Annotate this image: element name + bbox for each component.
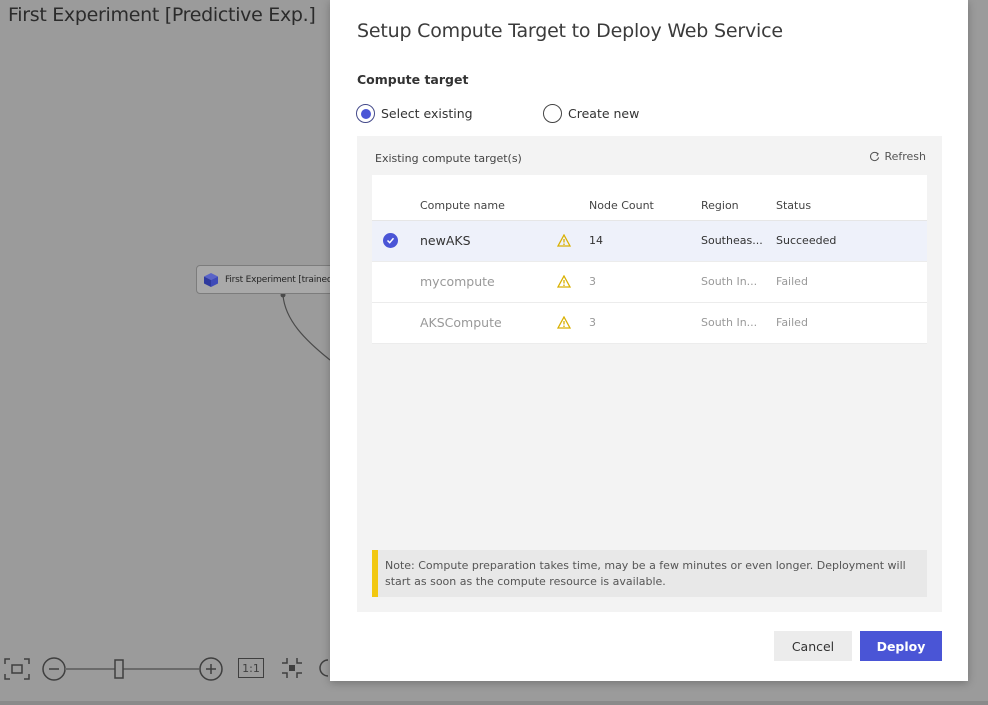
refresh-label: Refresh	[884, 150, 926, 163]
status: Failed	[776, 275, 808, 288]
zoom-thumb	[114, 659, 124, 679]
experiment-module-node[interactable]: First Experiment [trained mo	[196, 265, 346, 294]
warning-icon	[557, 234, 571, 247]
col-region[interactable]: Region	[701, 199, 739, 212]
panel-label: Existing compute target(s)	[375, 152, 522, 165]
create-new-radio[interactable]: Create new	[543, 104, 639, 123]
col-compute-name[interactable]: Compute name	[420, 199, 505, 212]
module-node-label: First Experiment [trained mo	[225, 274, 346, 285]
dialog-title: Setup Compute Target to Deploy Web Servi…	[357, 20, 783, 42]
deployment-note: Note: Compute preparation takes time, ma…	[372, 550, 927, 597]
region: South In...	[701, 316, 758, 329]
region: South In...	[701, 275, 758, 288]
table-row[interactable]: newAKS 14 Southeas... Succeeded	[372, 221, 927, 262]
region: Southeas...	[701, 234, 763, 247]
deploy-button[interactable]: Deploy	[860, 631, 942, 661]
table-header: Compute name Node Count Region Status	[372, 175, 927, 221]
compute-name: AKSCompute	[420, 315, 502, 330]
col-status[interactable]: Status	[776, 199, 811, 212]
create-new-label: Create new	[568, 106, 640, 121]
select-existing-label: Select existing	[381, 106, 473, 121]
select-existing-radio[interactable]: Select existing	[356, 104, 473, 123]
deploy-dialog: Setup Compute Target to Deploy Web Servi…	[330, 0, 968, 681]
cancel-button[interactable]: Cancel	[774, 631, 852, 661]
compute-target-label: Compute target	[357, 72, 469, 87]
actual-size-button[interactable]: 1:1	[238, 658, 264, 678]
table-row[interactable]: mycompute 3 South In... Failed	[372, 262, 927, 303]
node-count: 14	[589, 234, 603, 247]
node-count: 3	[589, 275, 596, 288]
compute-table: Compute name Node Count Region Status ne…	[372, 175, 927, 344]
status: Succeeded	[776, 234, 837, 247]
refresh-button[interactable]: Refresh	[869, 150, 926, 163]
refresh-icon	[870, 151, 880, 162]
fit-to-screen-icon[interactable]	[4, 658, 30, 680]
center-view-icon[interactable]	[281, 657, 303, 679]
existing-targets-panel: Existing compute target(s) Refresh Compu…	[357, 136, 942, 612]
status: Failed	[776, 316, 808, 329]
radio-checked-icon[interactable]	[356, 104, 375, 123]
warning-icon	[557, 316, 571, 329]
warning-icon	[557, 275, 571, 288]
table-row[interactable]: AKSCompute 3 South In... Failed	[372, 303, 927, 344]
checkmark-icon[interactable]	[383, 233, 398, 248]
cube-icon	[204, 272, 218, 287]
status-bar	[0, 701, 988, 705]
compute-name: mycompute	[420, 274, 495, 289]
node-count: 3	[589, 316, 596, 329]
canvas-toolbar: 1:1	[0, 650, 340, 686]
zoom-slider[interactable]	[41, 656, 225, 682]
pan-icon[interactable]	[318, 658, 330, 678]
radio-unchecked-icon[interactable]	[543, 104, 562, 123]
compute-name: newAKS	[420, 233, 471, 248]
col-node-count[interactable]: Node Count	[589, 199, 654, 212]
